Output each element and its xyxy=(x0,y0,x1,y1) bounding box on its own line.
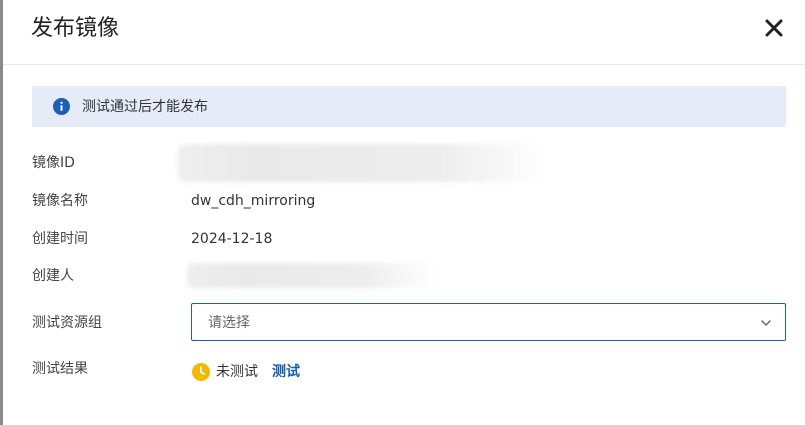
image-id-label: 镜像ID xyxy=(32,155,75,171)
created-time-value: 2024-12-18 xyxy=(191,231,273,247)
info-icon xyxy=(53,98,70,115)
test-status-text: 未测试 xyxy=(216,364,258,380)
dialog-title: 发布镜像 xyxy=(31,16,120,41)
chevron-down-icon xyxy=(760,317,772,329)
dialog-header: 发布镜像 xyxy=(3,0,805,65)
test-result-label: 测试结果 xyxy=(32,361,88,377)
image-name-value: dw_cdh_mirroring xyxy=(191,193,316,209)
close-icon xyxy=(765,19,783,37)
created-time-label: 创建时间 xyxy=(32,231,88,247)
run-test-link[interactable]: 测试 xyxy=(272,362,300,382)
image-id-value xyxy=(178,144,548,182)
clock-icon xyxy=(192,363,210,381)
test-resource-group-label: 测试资源组 xyxy=(32,315,102,331)
creator-label: 创建人 xyxy=(32,268,74,284)
creator-value xyxy=(187,263,437,288)
publish-image-dialog: 发布镜像 测试通过后才能发布 镜像ID 镜像名称 dw_cdh_mirrorin… xyxy=(0,0,805,425)
image-name-label: 镜像名称 xyxy=(32,193,88,209)
test-resource-group-select[interactable]: 请选择 xyxy=(191,303,786,341)
notice-text: 测试通过后才能发布 xyxy=(82,99,208,115)
notice-banner: 测试通过后才能发布 xyxy=(32,86,786,127)
close-button[interactable] xyxy=(763,17,785,39)
select-placeholder: 请选择 xyxy=(208,315,250,331)
